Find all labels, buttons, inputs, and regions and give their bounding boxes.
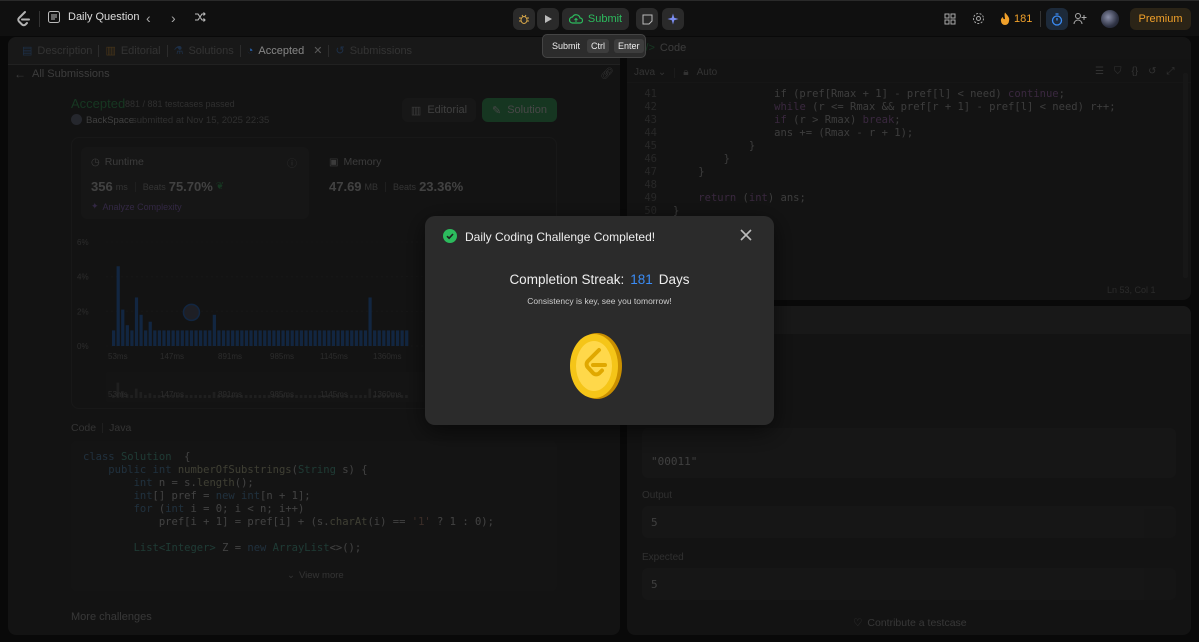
leetcode-logo[interactable] — [14, 10, 32, 28]
streak-label: Completion Streak: — [509, 272, 625, 287]
gold-coin-icon — [568, 331, 624, 401]
settings-gear-icon[interactable] — [972, 12, 985, 25]
bug-icon — [519, 14, 529, 24]
premium-label: Premium — [1138, 13, 1183, 25]
streak-counter[interactable]: 181 — [1000, 12, 1032, 25]
next-question-icon[interactable]: › — [171, 10, 176, 26]
stopwatch-icon — [1051, 12, 1063, 26]
streak-count: 181 — [1014, 12, 1033, 25]
top-nav-bar: Daily Question ‹ › Submit 181 Premium — [0, 0, 1199, 36]
run-button[interactable] — [537, 8, 559, 30]
user-avatar[interactable] — [1101, 10, 1119, 28]
add-friend-icon[interactable] — [1073, 12, 1087, 25]
challenge-completed-modal: Daily Coding Challenge Completed! Comple… — [425, 216, 774, 425]
notes-button[interactable] — [636, 8, 658, 30]
enter-key: Enter — [614, 39, 644, 53]
fire-icon — [1000, 12, 1010, 25]
streak-unit: Days — [658, 272, 690, 287]
modal-subtitle: Consistency is key, see you tomorrow! — [527, 296, 672, 306]
tooltip-label: Submit — [552, 41, 581, 51]
shuffle-icon[interactable] — [194, 11, 206, 23]
debug-button[interactable] — [513, 8, 535, 30]
premium-button[interactable]: Premium — [1130, 8, 1191, 30]
submit-shortcut-tooltip: Submit Ctrl Enter — [542, 34, 646, 58]
prev-question-icon[interactable]: ‹ — [146, 10, 151, 26]
list-icon — [48, 11, 60, 23]
problem-list-button[interactable]: Daily Question — [48, 11, 140, 23]
completion-streak: Completion Streak: 181 Days — [425, 272, 774, 287]
close-icon[interactable] — [739, 228, 753, 242]
sparkle-icon — [667, 13, 679, 25]
layout-icon[interactable] — [944, 13, 956, 25]
cloud-upload-icon — [568, 14, 583, 24]
play-icon — [545, 15, 552, 23]
note-icon — [642, 14, 652, 24]
check-circle-icon — [443, 229, 457, 243]
modal-title: Daily Coding Challenge Completed! — [465, 230, 656, 244]
streak-value: 181 — [630, 272, 653, 287]
timer-button[interactable] — [1046, 8, 1068, 30]
daily-question-title: Daily Question — [68, 11, 140, 23]
ctrl-key: Ctrl — [587, 39, 610, 53]
submit-label: Submit — [587, 13, 623, 25]
submit-button[interactable]: Submit — [562, 8, 629, 30]
ai-assistant-button[interactable] — [662, 8, 684, 30]
